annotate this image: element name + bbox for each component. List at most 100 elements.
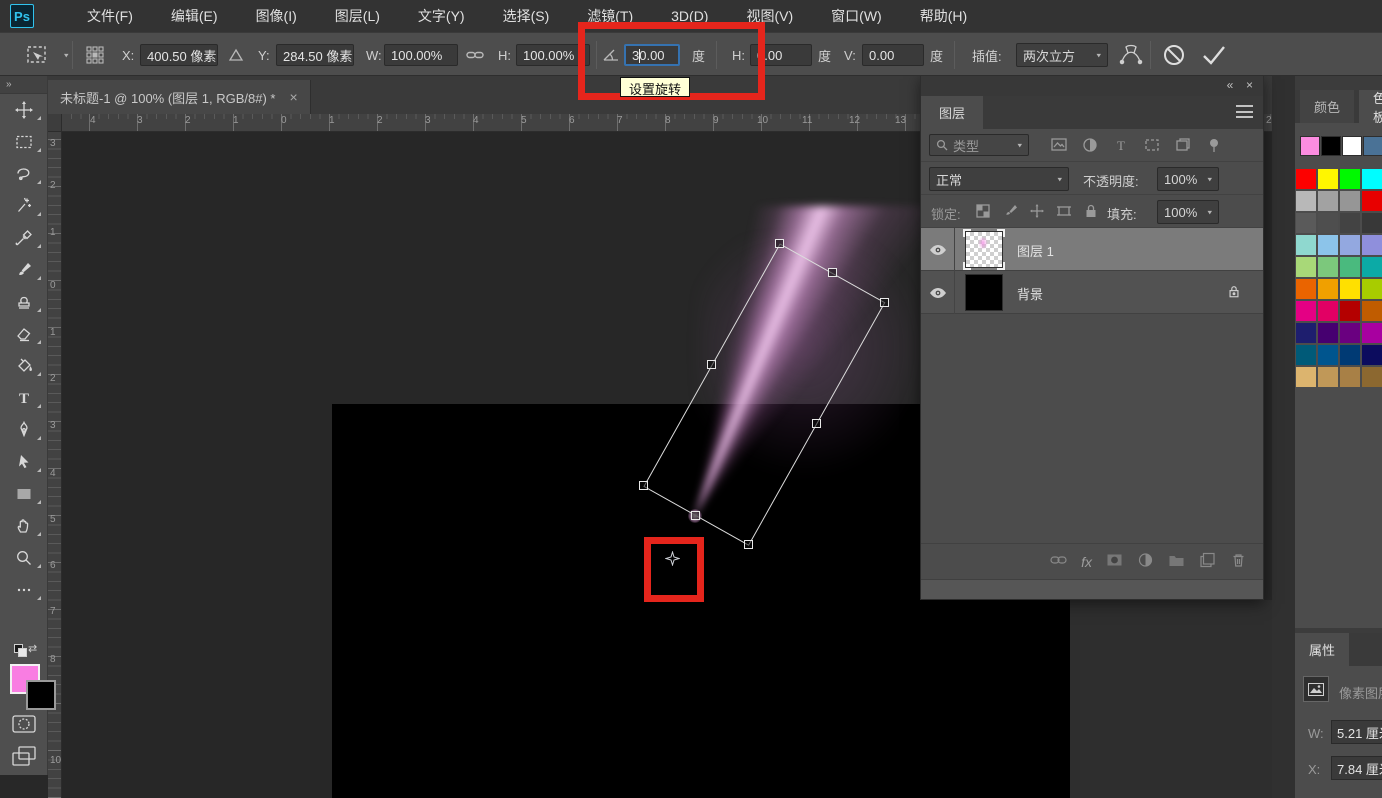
recent-color-swatch[interactable] (1342, 136, 1362, 156)
color-swatch[interactable] (1362, 323, 1382, 343)
tab-color[interactable]: 颜色 (1300, 90, 1354, 123)
marquee-tool[interactable] (0, 126, 48, 158)
eraser-tool[interactable] (0, 318, 48, 350)
shape-filter-icon[interactable] (1140, 134, 1164, 156)
menu-item-10[interactable]: 帮助(H) (901, 0, 986, 32)
screen-mode-icon[interactable] (0, 740, 48, 772)
collapse-panel-icon[interactable]: « (1227, 78, 1236, 92)
v-skew-input[interactable]: 0.00 (862, 44, 924, 66)
toolbar-collapse-icon[interactable]: » (0, 76, 47, 94)
delta-icon[interactable] (228, 33, 244, 77)
prop-x-input[interactable]: 7.84 厘米 (1331, 756, 1382, 780)
fx-icon[interactable]: fx (1081, 554, 1092, 570)
recent-color-swatch[interactable] (1321, 136, 1341, 156)
type-tool[interactable]: T (0, 382, 48, 414)
commit-icon[interactable] (1200, 33, 1228, 77)
delete-layer-icon[interactable] (1230, 552, 1247, 571)
group-icon[interactable] (1168, 552, 1185, 571)
transform-handle[interactable] (812, 419, 821, 428)
layer-row-0[interactable]: 图层 1 (921, 228, 1263, 271)
close-panel-icon[interactable]: × (1246, 78, 1255, 92)
document-tab[interactable]: 未标题-1 @ 100% (图层 1, RGB/8#) * × (48, 80, 311, 114)
shape-tool[interactable] (0, 478, 48, 510)
color-swatch[interactable] (1340, 257, 1360, 277)
quick-select-tool[interactable] (0, 190, 48, 222)
more-tools[interactable] (0, 574, 48, 606)
link-icon[interactable] (466, 33, 484, 77)
tab-layers[interactable]: 图层 (921, 96, 983, 129)
recent-color-swatch[interactable] (1300, 136, 1320, 156)
color-swatch[interactable] (1296, 279, 1316, 299)
interpolation-select[interactable]: 两次立方▾ (1016, 43, 1108, 67)
color-swatch[interactable] (1318, 191, 1338, 211)
eyedropper-tool[interactable] (0, 222, 48, 254)
color-swatch[interactable] (1318, 235, 1338, 255)
brush-tool[interactable] (0, 254, 48, 286)
color-swatch[interactable] (1296, 345, 1316, 365)
menu-item-6[interactable]: 滤镜(T) (568, 0, 652, 32)
fill-select[interactable]: 100%▾ (1157, 200, 1219, 224)
color-swatch[interactable] (1296, 235, 1316, 255)
menu-item-2[interactable]: 图像(I) (237, 0, 316, 32)
lock-artboard-icon[interactable] (1052, 200, 1076, 222)
color-swatch[interactable] (1318, 257, 1338, 277)
lock-transparent-icon[interactable] (971, 200, 995, 222)
menu-item-5[interactable]: 选择(S) (484, 0, 569, 32)
eye-icon[interactable] (929, 244, 947, 256)
zoom-tool[interactable] (0, 542, 48, 574)
close-tab-icon[interactable]: × (289, 89, 297, 105)
color-swatch[interactable] (1296, 301, 1316, 321)
smartobject-filter-icon[interactable] (1171, 134, 1195, 156)
hand-tool[interactable] (0, 510, 48, 542)
transform-handle[interactable] (707, 360, 716, 369)
color-swatch[interactable] (1362, 169, 1382, 189)
menu-item-4[interactable]: 文字(Y) (399, 0, 484, 32)
prop-w-input[interactable]: 5.21 厘米 (1331, 720, 1382, 744)
menu-item-0[interactable]: 文件(F) (68, 0, 152, 32)
h-skew-input[interactable]: 0.00 (750, 44, 812, 66)
color-swatch[interactable] (1296, 367, 1316, 387)
panel-menu-icon[interactable] (1236, 105, 1253, 118)
transform-handle[interactable] (880, 298, 889, 307)
transform-handle[interactable] (744, 540, 753, 549)
lock-all-icon[interactable] (1079, 200, 1103, 222)
blend-mode-select[interactable]: 正常▾ (929, 167, 1069, 191)
paint-bucket-tool[interactable] (0, 350, 48, 382)
tab-swatches[interactable]: 色板 (1359, 90, 1382, 123)
transform-handle[interactable] (691, 511, 700, 520)
y-input[interactable]: 284.50 像素 (276, 44, 354, 66)
color-swatch[interactable] (1340, 279, 1360, 299)
color-swatch[interactable] (1340, 169, 1360, 189)
menu-item-1[interactable]: 编辑(E) (152, 0, 237, 32)
layer-filter-select[interactable]: 类型 ▾ (929, 134, 1029, 156)
x-input[interactable]: 400.50 像素 (140, 44, 218, 66)
tab-properties[interactable]: 属性 (1295, 633, 1349, 666)
color-swatch[interactable] (1296, 323, 1316, 343)
transform-handle[interactable] (639, 481, 648, 490)
adjustment-filter-icon[interactable] (1078, 134, 1102, 156)
opacity-select[interactable]: 100%▾ (1157, 167, 1219, 191)
menu-item-9[interactable]: 窗口(W) (812, 0, 901, 32)
color-swatch[interactable] (1362, 301, 1382, 321)
color-swatch[interactable] (1340, 235, 1360, 255)
quick-mask-icon[interactable] (0, 708, 48, 740)
link-layers-icon[interactable] (1050, 552, 1067, 571)
lock-paint-icon[interactable] (998, 200, 1022, 222)
new-layer-icon[interactable] (1199, 552, 1216, 571)
color-swatch[interactable] (1362, 235, 1382, 255)
color-swatch[interactable] (1362, 367, 1382, 387)
adjustment-layer-icon[interactable] (1137, 552, 1154, 571)
move-tool[interactable] (0, 94, 48, 126)
layer-row-1[interactable]: 背景 (921, 271, 1263, 314)
color-swatch[interactable] (1362, 191, 1382, 211)
swap-colors-icon[interactable]: ⇄ (28, 642, 37, 655)
pin-icon[interactable] (1202, 134, 1226, 156)
type-filter-icon[interactable]: T (1109, 134, 1133, 156)
color-swatch[interactable] (1318, 367, 1338, 387)
color-swatch[interactable] (1318, 213, 1338, 233)
color-swatch[interactable] (1340, 191, 1360, 211)
color-swatch[interactable] (1362, 257, 1382, 277)
menu-item-7[interactable]: 3D(D) (652, 0, 727, 32)
color-swatch[interactable] (1296, 169, 1316, 189)
color-swatch[interactable] (1318, 323, 1338, 343)
